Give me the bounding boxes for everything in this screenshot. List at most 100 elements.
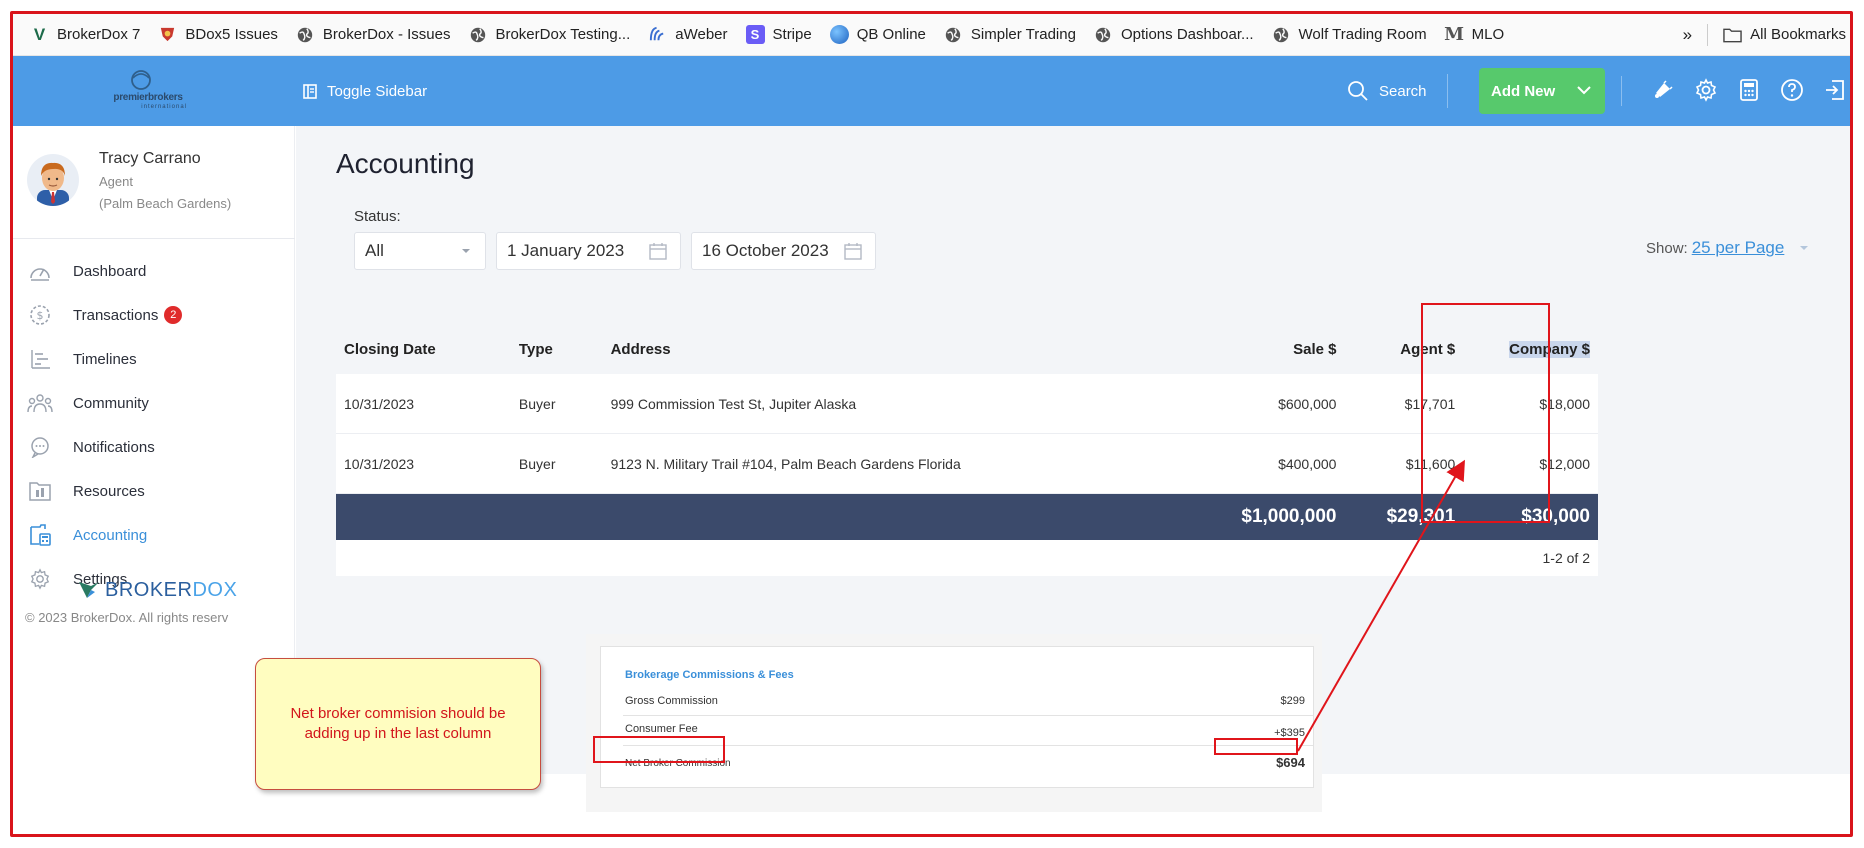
bell-icon xyxy=(1655,80,1673,98)
calculator-button[interactable] xyxy=(1735,76,1763,104)
sidebar-item-timelines[interactable]: Timelines xyxy=(27,337,287,381)
page-title: Accounting xyxy=(336,148,475,179)
calendar-icon xyxy=(844,243,862,260)
column-header-address[interactable]: Address xyxy=(611,341,1219,358)
sidebar-item-resources[interactable]: Resources xyxy=(27,469,287,513)
bookmark-label: aWeber xyxy=(675,26,728,43)
brokerdox-brand-logo: BROKER DOX xyxy=(77,578,237,602)
cell-address: 9123 N. Military Trail #104, Palm Beach … xyxy=(610,455,961,472)
column-header-type[interactable]: Type xyxy=(519,341,611,358)
header-divider xyxy=(1621,76,1622,106)
sidebar-item-transactions[interactable]: $ Transactions 2 xyxy=(27,293,287,337)
logout-button[interactable] xyxy=(1821,76,1849,104)
net-broker-label-highlight xyxy=(593,736,725,763)
folder-icon xyxy=(1723,25,1742,44)
toggle-sidebar-button[interactable]: Toggle Sidebar xyxy=(303,76,427,106)
sidebar-item-dashboard[interactable]: Dashboard xyxy=(27,249,287,293)
accounting-icon xyxy=(27,522,53,548)
cell-type: Buyer xyxy=(518,395,556,412)
bookmark-brokerdox-issues[interactable]: BrokerDox - Issues xyxy=(287,20,460,50)
help-button[interactable] xyxy=(1778,76,1806,104)
chevron-down-icon xyxy=(1577,86,1591,95)
bookmark-wolf-trading-room[interactable]: Wolf Trading Room xyxy=(1263,20,1436,50)
status-select[interactable]: All xyxy=(354,232,486,270)
inset-divider xyxy=(623,715,1313,716)
globe-icon xyxy=(1094,25,1113,44)
commission-inset-screenshot: Brokerage Commissions & Fees Gross Commi… xyxy=(586,634,1322,812)
bookmark-brokerdox7[interactable]: V BrokerDox 7 xyxy=(21,20,149,50)
date-to-value: 16 October 2023 xyxy=(702,241,829,260)
profile-location: (Palm Beach Gardens) xyxy=(99,196,232,211)
globe-icon xyxy=(468,25,487,44)
column-header-sale[interactable]: Sale $ xyxy=(1219,341,1336,358)
add-new-label: Add New xyxy=(1491,82,1556,100)
bookmark-label: Stripe xyxy=(772,26,812,43)
table-row[interactable]: 10/31/2023 Buyer 9123 N. Military Trail … xyxy=(336,434,1598,494)
timeline-icon xyxy=(27,346,53,372)
table-header-row: Closing Date Type Address Sale $ Agent $… xyxy=(336,324,1598,374)
bookmark-label: Options Dashboar... xyxy=(1120,26,1254,43)
inset-title: Brokerage Commissions & Fees xyxy=(625,669,794,681)
add-new-button[interactable]: Add New xyxy=(1479,68,1605,114)
cell-closing-date: 10/31/2023 xyxy=(344,455,415,472)
bookmark-mlo[interactable]: M MLO xyxy=(1436,20,1514,50)
annotation-note: Net broker commision should be adding up… xyxy=(255,658,541,790)
page-size-control: Show: 25 per Page xyxy=(1646,238,1810,258)
caret-down-icon[interactable] xyxy=(1798,242,1810,254)
bookmark-brokerdox-testing[interactable]: BrokerDox Testing... xyxy=(459,20,639,50)
gear-icon xyxy=(1695,78,1717,102)
bookmark-bdox5-issues[interactable]: BDox5 Issues xyxy=(149,20,287,50)
brand-name-part-b: DOX xyxy=(192,578,238,601)
premier-brokers-logo[interactable]: premierbrokers international xyxy=(103,66,193,114)
gross-commission-label: Gross Commission xyxy=(625,695,718,707)
all-bookmarks-button[interactable]: All Bookmarks xyxy=(1714,20,1850,50)
user-profile[interactable]: Tracy Carrano Agent (Palm Beach Gardens) xyxy=(27,140,287,220)
notifications-bell-button[interactable] xyxy=(1649,76,1677,104)
logo-subtitle: international xyxy=(141,104,187,110)
dollar-circle-icon: $ xyxy=(27,302,53,328)
bdox5-icon xyxy=(158,25,177,44)
table-row[interactable]: 10/31/2023 Buyer 999 Commission Test St,… xyxy=(336,374,1598,434)
sidebar-nav: Dashboard $ Transactions 2 Timelines Com xyxy=(27,249,287,601)
total-sale: $1,000,000 xyxy=(1241,506,1337,527)
gross-commission-row: Gross Commission $299 xyxy=(625,695,1315,707)
sidebar-item-notifications[interactable]: Notifications xyxy=(27,425,287,469)
date-from-input[interactable]: 1 January 2023 xyxy=(496,232,681,270)
bookmark-options-dashboard[interactable]: Options Dashboar... xyxy=(1085,20,1263,50)
logo-wordmark: premierbrokers xyxy=(113,92,183,103)
bookmark-label: MLO xyxy=(1471,26,1505,43)
date-to-input[interactable]: 16 October 2023 xyxy=(691,232,876,270)
brokerage-commissions-card: Brokerage Commissions & Fees Gross Commi… xyxy=(600,646,1314,788)
settings-button[interactable] xyxy=(1692,76,1720,104)
folder-icon xyxy=(27,478,53,504)
bookmarks-overflow-button[interactable]: » xyxy=(1674,20,1701,50)
mlo-m-icon: M xyxy=(1444,24,1465,45)
gear-icon xyxy=(27,566,53,592)
per-page-link[interactable]: 25 per Page xyxy=(1692,238,1785,258)
sidebar: Tracy Carrano Agent (Palm Beach Gardens)… xyxy=(13,126,295,774)
globe-icon xyxy=(296,25,315,44)
search-label: Search xyxy=(1379,82,1427,100)
sidebar-item-label: Transactions xyxy=(73,306,159,324)
brokerdox-mark-icon xyxy=(79,582,99,598)
column-header-closing-date[interactable]: Closing Date xyxy=(336,341,519,358)
bookmark-label: BDox5 Issues xyxy=(185,26,278,43)
sidebar-item-accounting[interactable]: Accounting xyxy=(27,513,287,557)
company-column-highlight xyxy=(1421,303,1550,523)
caret-down-icon xyxy=(462,249,470,253)
bookmark-qb-online[interactable]: QB Online xyxy=(821,20,935,50)
calendar-icon xyxy=(649,243,667,260)
globe-icon xyxy=(1272,25,1291,44)
profile-role: Agent xyxy=(99,174,133,189)
net-broker-value-highlight xyxy=(1214,738,1298,755)
net-broker-commission-value: $694 xyxy=(1276,755,1305,770)
bookmark-simpler-trading[interactable]: Simpler Trading xyxy=(935,20,1085,50)
bookmark-stripe[interactable]: S Stripe xyxy=(737,20,821,50)
community-icon xyxy=(27,390,53,416)
search-button[interactable]: Search xyxy=(1347,74,1448,108)
sidebar-item-community[interactable]: Community xyxy=(27,381,287,425)
bookmark-aweber[interactable]: aWeber xyxy=(639,20,736,50)
logout-icon xyxy=(1826,80,1844,100)
sidebar-item-label: Accounting xyxy=(73,526,148,544)
accounting-table: Closing Date Type Address Sale $ Agent $… xyxy=(336,324,1598,576)
